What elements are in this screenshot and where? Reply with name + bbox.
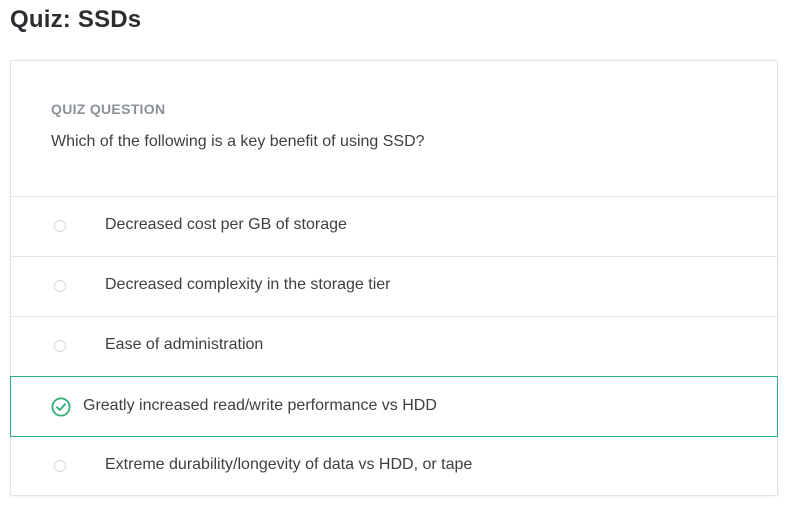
answer-option-label: Decreased complexity in the storage tier <box>105 276 391 293</box>
answer-option-4-correct[interactable]: Greatly increased read/write performance… <box>10 376 778 437</box>
answer-option-label: Extreme durability/longevity of data vs … <box>105 456 473 473</box>
answer-option-1[interactable]: Decreased cost per GB of storage <box>11 197 777 257</box>
radio-circle-icon[interactable] <box>54 220 66 232</box>
question-text: Which of the following is a key benefit … <box>51 133 425 150</box>
answer-option-label: Decreased cost per GB of storage <box>105 216 347 233</box>
question-block: QUIZ QUESTION Which of the following is … <box>11 61 777 197</box>
radio-circle-icon[interactable] <box>54 340 66 352</box>
answer-option-5[interactable]: Extreme durability/longevity of data vs … <box>11 437 777 497</box>
radio-circle-icon[interactable] <box>54 460 66 472</box>
answer-option-label: Greatly increased read/write performance… <box>83 397 437 414</box>
question-eyebrow: QUIZ QUESTION <box>51 101 166 117</box>
radio-circle-icon[interactable] <box>54 280 66 292</box>
check-circle-icon <box>51 397 71 417</box>
quiz-card: QUIZ QUESTION Which of the following is … <box>10 60 778 496</box>
answer-option-2[interactable]: Decreased complexity in the storage tier <box>11 257 777 317</box>
page-title: Quiz: SSDs <box>10 6 142 33</box>
answer-options: Decreased cost per GB of storage Decreas… <box>10 197 778 497</box>
answer-option-3[interactable]: Ease of administration <box>11 317 777 377</box>
answer-option-label: Ease of administration <box>105 336 264 353</box>
